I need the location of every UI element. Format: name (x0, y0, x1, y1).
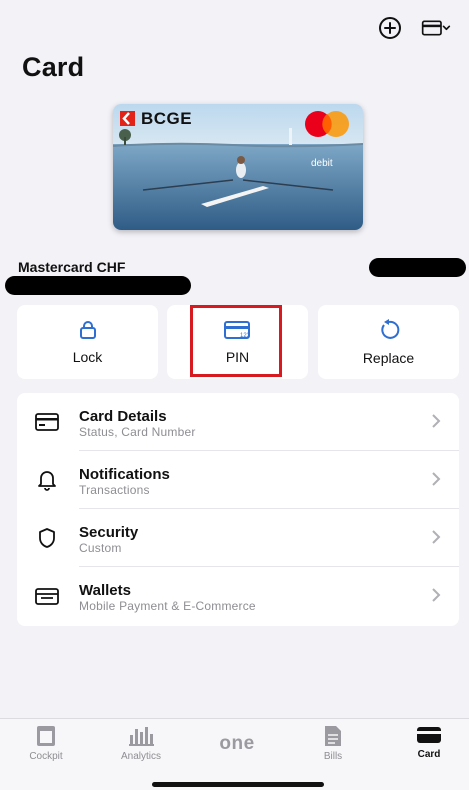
card-name: Mastercard CHF (18, 259, 126, 275)
tab-label: Card (417, 749, 441, 760)
pin-label: PIN (225, 348, 250, 365)
card-menu: Card Details Status, Card Number Notific… (17, 393, 459, 626)
menu-item-subtitle: Custom (79, 541, 122, 555)
chevron-right-icon (431, 587, 441, 608)
cockpit-icon (37, 726, 55, 746)
bell-icon (35, 469, 59, 491)
menu-item-title: Wallets (79, 582, 131, 599)
card-image[interactable]: BCGE debit (113, 104, 363, 230)
chevron-right-icon (431, 471, 441, 492)
pin-button[interactable]: 123 PIN (167, 305, 308, 379)
menu-item-title: Card Details (79, 408, 167, 425)
pin-card-icon: 123 (223, 320, 251, 339)
card-type-label: debit (311, 158, 333, 169)
bills-icon (325, 726, 341, 746)
menu-item-subtitle: Transactions (79, 483, 150, 497)
add-card-button[interactable] (375, 14, 405, 42)
menu-item-subtitle: Mobile Payment & E-Commerce (79, 599, 256, 613)
lock-icon (79, 320, 96, 339)
svg-text:123: 123 (240, 333, 251, 339)
tab-analytics[interactable]: Analytics (101, 725, 181, 771)
tab-card[interactable]: Card (389, 725, 469, 771)
card-tab-icon (417, 727, 441, 743)
shield-icon (35, 527, 59, 549)
replace-label: Replace (362, 349, 415, 366)
replace-button[interactable]: Replace (318, 305, 459, 379)
switch-card-button[interactable] (421, 14, 451, 42)
card-details-icon (35, 411, 59, 433)
tab-label: Analytics (120, 751, 161, 762)
menu-item-wallets[interactable]: Wallets Mobile Payment & E-Commerce (17, 567, 459, 625)
tab-one[interactable]: one (197, 725, 277, 771)
plus-circle-icon (379, 17, 401, 39)
chevron-right-icon (431, 529, 441, 550)
analytics-icon (129, 727, 154, 746)
menu-item-card-details[interactable]: Card Details Status, Card Number (17, 393, 459, 451)
redacted-card-number (5, 276, 191, 295)
replace-icon (380, 318, 399, 339)
home-indicator (152, 782, 324, 787)
lock-button[interactable]: Lock (17, 305, 158, 379)
top-actions (375, 14, 451, 42)
menu-item-subtitle: Status, Card Number (79, 425, 196, 439)
tab-cockpit[interactable]: Cockpit (6, 725, 86, 771)
tab-label: Cockpit (29, 751, 63, 762)
page-title: Card (22, 52, 85, 82)
tab-bar: Cockpit Analytics one Bills Card (0, 718, 469, 790)
menu-item-security[interactable]: Security Custom (17, 509, 459, 567)
tab-label: Bills (323, 751, 343, 762)
menu-item-notifications[interactable]: Notifications Transactions (17, 451, 459, 509)
card-chevron-icon (421, 20, 451, 36)
wallet-icon (35, 585, 59, 607)
tab-bills[interactable]: Bills (293, 725, 373, 771)
one-logo: one (219, 733, 255, 754)
menu-item-title: Security (79, 524, 139, 541)
redacted-balance (369, 258, 466, 277)
chevron-right-icon (431, 413, 441, 434)
menu-item-title: Notifications (79, 466, 170, 483)
card-bank-name: BCGE (141, 109, 193, 128)
lock-label: Lock (72, 348, 103, 365)
